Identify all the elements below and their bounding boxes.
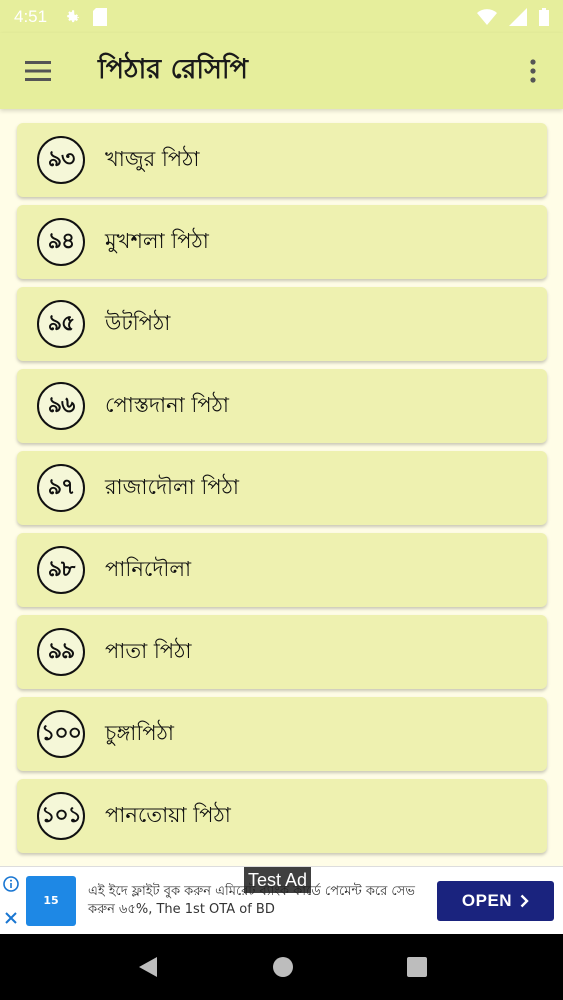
test-ad-label: Test Ad <box>244 867 312 893</box>
recipe-name: পানতোয়া পিঠা <box>105 802 231 827</box>
ad-thumbnail[interactable]: 15 <box>26 875 76 926</box>
recipe-item[interactable]: ১০১ পানতোয়া পিঠা <box>17 779 547 853</box>
app-bar: পিঠার রেসিপি <box>0 33 563 109</box>
recipe-name: পাতা পিঠা <box>105 638 192 663</box>
recipe-number-badge: ৯৪ <box>37 218 85 266</box>
menu-button[interactable] <box>0 33 76 109</box>
recipe-item[interactable]: ৯৫ উটপিঠা <box>17 287 547 361</box>
recipe-name: চুঙ্গাপিঠা <box>105 720 174 745</box>
signal-icon <box>509 7 527 26</box>
recipe-number-badge: ৯৮ <box>37 546 85 594</box>
recipe-number-badge: ১০১ <box>37 792 85 840</box>
recipe-item[interactable]: ৯৭ রাজাদৌলা পিঠা <box>17 451 547 525</box>
app-title: পিঠার রেসিপি <box>98 53 248 85</box>
recipe-item[interactable]: ৯৬ পোস্তদানা পিঠা <box>17 369 547 443</box>
recipe-number-badge: ৯৫ <box>37 300 85 348</box>
chevron-right-icon <box>520 894 529 907</box>
sd-card-icon <box>93 7 108 26</box>
recipe-number-badge: ৯৬ <box>37 382 85 430</box>
menu-icon <box>25 61 51 81</box>
recipe-name: রাজাদৌলা পিঠা <box>105 474 239 499</box>
recipe-number-badge: ৯৩ <box>37 136 85 184</box>
home-icon[interactable] <box>272 956 294 978</box>
overflow-menu-button[interactable] <box>503 33 563 109</box>
status-bar: 4:51 <box>0 0 563 33</box>
recipe-item[interactable]: ৯৯ পাতা পিঠা <box>17 615 547 689</box>
recipe-list[interactable]: ৯৩ খাজুর পিঠা ৯৪ মুখশলা পিঠা ৯৫ উটপিঠা ৯৬ পো… <box>0 109 563 866</box>
recipe-name: উটপিঠা <box>105 310 171 335</box>
recents-icon[interactable] <box>406 957 427 977</box>
recipe-name: পানিদৌলা <box>105 556 192 581</box>
more-vert-icon <box>530 59 536 83</box>
system-nav-bar <box>0 934 563 1000</box>
recipe-number-badge: ১০০ <box>37 710 85 758</box>
recipe-number-badge: ৯৭ <box>37 464 85 512</box>
status-time: 4:51 <box>14 6 48 26</box>
battery-icon <box>539 7 549 26</box>
recipe-item[interactable]: ৯৮ পানিদৌলা <box>17 533 547 607</box>
recipe-name: মুখশলা পিঠা <box>105 228 209 253</box>
recipe-item[interactable]: ১০০ চুঙ্গাপিঠা <box>17 697 547 771</box>
ad-info-icon[interactable] <box>3 876 19 892</box>
ad-open-label: OPEN <box>461 890 513 910</box>
back-icon[interactable] <box>137 955 159 979</box>
recipe-item[interactable]: ৯৪ মুখশলা পিঠা <box>17 205 547 279</box>
settings-icon <box>67 9 80 22</box>
ad-close-icon[interactable] <box>4 911 18 925</box>
recipe-name: খাজুর পিঠা <box>105 146 200 171</box>
recipe-number-badge: ৯৯ <box>37 628 85 676</box>
ad-open-button[interactable]: OPEN <box>437 880 554 921</box>
wifi-icon <box>477 8 497 25</box>
recipe-name: পোস্তদানা পিঠা <box>105 392 229 417</box>
recipe-item[interactable]: ৯৩ খাজুর পিঠা <box>17 123 547 197</box>
